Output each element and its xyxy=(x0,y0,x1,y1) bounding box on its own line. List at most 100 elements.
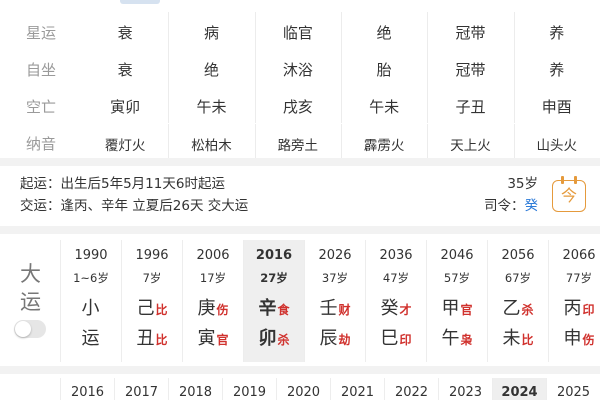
pillar-cell: 路旁土 xyxy=(254,123,341,161)
pillar-cell: 冠带 xyxy=(427,12,513,49)
dayun-zhi: 运 xyxy=(61,324,121,350)
dayun-column[interactable]: 2036 47岁 癸才 巳印 xyxy=(365,240,426,362)
dayun-year: 2056 xyxy=(501,248,535,263)
dayun-column[interactable]: 1990 1~6岁小运 xyxy=(60,240,121,362)
pillar-cell: 养 xyxy=(513,49,600,86)
section-divider xyxy=(0,158,600,166)
gan-ten-god: 食 xyxy=(277,303,290,317)
pillar-table: 星运 衰 病 临官 绝 冠带 养 自坐 衰 绝 沐浴 胎 冠带 养 空亡 寅卯 … xyxy=(0,12,600,162)
liunian-year[interactable]: 2022 xyxy=(384,378,438,400)
dayun-year: 2036 xyxy=(379,248,413,263)
pillar-row-zizuo: 自坐 衰 绝 沐浴 胎 冠带 养 xyxy=(0,49,600,88)
liunian-year[interactable]: 2023 xyxy=(438,378,492,400)
zhi-ten-god: 官 xyxy=(216,333,229,347)
dayun-gan: 庚伤 xyxy=(183,294,243,320)
gan-ten-god: 比 xyxy=(155,303,168,317)
pillar-cell: 衰 xyxy=(117,61,133,79)
calendar-today-button[interactable]: 今 xyxy=(552,176,586,212)
dayun-column[interactable]: 2056 67岁 乙杀 未比 xyxy=(487,240,548,362)
gan-char: 乙 xyxy=(502,298,521,319)
dayun-column[interactable]: 2066 77岁 丙印 申伤 xyxy=(548,240,600,362)
dayun-column[interactable]: 2006 17岁庚伤寅官 xyxy=(182,240,243,362)
dayun-age: 17岁 xyxy=(199,271,227,285)
gan-char: 己 xyxy=(136,298,155,319)
gan-ten-god: 伤 xyxy=(216,303,229,317)
dayun-gan: 丙印 xyxy=(549,294,600,320)
gan-ten-god: 杀 xyxy=(521,303,534,317)
liunian-section: 2016 2017 2018 2019 2020 2021 2022 2023 2024 2025 xyxy=(0,378,600,400)
gan-ten-god: 才 xyxy=(399,303,412,317)
zhi-char: 未 xyxy=(502,328,521,349)
liunian-year[interactable]: 2019 xyxy=(222,378,276,400)
zhi-ten-god: 劫 xyxy=(338,333,351,347)
pillar-cell: 午未 xyxy=(168,86,254,123)
dayun-year: 1990 xyxy=(74,248,108,263)
dayun-gan: 壬财 xyxy=(305,294,365,320)
gan-char: 小 xyxy=(81,298,100,319)
liunian-year[interactable]: 2021 xyxy=(330,378,384,400)
zhi-char: 寅 xyxy=(197,328,216,349)
liunian-year[interactable]: 2020 xyxy=(276,378,330,400)
hand-over-line: 交运：逢丙、辛年 立夏后26天 交大运 xyxy=(20,198,249,214)
dayun-section: 大 运 1990 1~6岁小运 1996 7岁 己比 丑比 2006 17岁 庚伤 寅官 2016 2… xyxy=(0,240,600,362)
pillar-cell: 霹雳火 xyxy=(340,123,427,161)
pillar-cell: 覆灯火 xyxy=(104,137,146,154)
dayun-zhi: 巳印 xyxy=(366,324,426,350)
pillar-cell: 沐浴 xyxy=(254,49,341,86)
gan-ten-god: 官 xyxy=(460,303,473,317)
dayun-zhi: 寅官 xyxy=(183,324,243,350)
pillar-row-xingyun: 星运 衰 病 临官 绝 冠带 养 xyxy=(0,12,600,51)
pillar-cell: 山头火 xyxy=(513,123,600,161)
pillar-cell: 冠带 xyxy=(427,49,513,86)
dayun-toggle[interactable] xyxy=(14,320,46,338)
pillar-cell: 午未 xyxy=(340,86,427,123)
dayun-zhi: 辰劫 xyxy=(305,324,365,350)
gan-char: 丙 xyxy=(563,298,582,319)
liunian-year[interactable]: 2025 xyxy=(546,378,600,400)
liunian-year[interactable]: 2017 xyxy=(114,378,168,400)
start-luck-line: 起运：出生后5年5月11天6时起运 xyxy=(20,176,225,192)
current-age: 35岁 xyxy=(507,176,538,192)
pillar-cell: 松柏木 xyxy=(168,123,254,161)
dayun-column[interactable]: 2046 57岁 甲官 午枭 xyxy=(426,240,487,362)
dayun-column[interactable]: 2026 37岁 壬财 辰劫 xyxy=(304,240,365,362)
pillar-cell: 子丑 xyxy=(427,86,513,123)
pillar-row-nayin: 纳音 覆灯火 松柏木 路旁土 霹雳火 天上火 山头火 xyxy=(0,123,600,162)
liunian-year[interactable]: 2016 xyxy=(60,378,114,400)
siling-value[interactable]: 癸 xyxy=(525,198,539,214)
zhi-ten-god: 印 xyxy=(399,333,412,347)
pillar-cell: 病 xyxy=(168,12,254,49)
zhi-char: 丑 xyxy=(136,328,155,349)
dayun-label-line: 运 xyxy=(20,290,41,314)
dayun-zhi: 丑比 xyxy=(122,324,182,350)
dayun-year: 2006 xyxy=(196,248,230,263)
pillar-cell: 养 xyxy=(513,12,600,49)
gan-char: 壬 xyxy=(319,298,338,319)
dayun-year: 2066 xyxy=(562,248,596,263)
zhi-char: 申 xyxy=(563,328,582,349)
calendar-icon: 今 xyxy=(560,186,577,205)
gan-ten-god: 印 xyxy=(582,303,595,317)
liunian-year[interactable]: 2018 xyxy=(168,378,222,400)
pillar-cell: 绝 xyxy=(168,49,254,86)
zhi-char: 运 xyxy=(81,328,100,349)
dayun-zhi: 午枭 xyxy=(427,324,487,350)
pillar-cell: 寅卯 xyxy=(110,98,141,116)
pillar-cell: 戌亥 xyxy=(254,86,341,123)
dayun-age: 57岁 xyxy=(443,271,471,285)
toggle-knob xyxy=(15,321,31,337)
section-divider xyxy=(0,366,600,374)
gan-ten-god: 财 xyxy=(338,303,351,317)
gan-char: 辛 xyxy=(258,298,277,319)
dayun-column[interactable]: 1996 7岁 己比 丑比 xyxy=(121,240,182,362)
dayun-gan: 己比 xyxy=(122,294,182,320)
dayun-label: 大 运 xyxy=(0,240,60,362)
dayun-age: 1~6岁 xyxy=(73,271,109,285)
zhi-ten-god: 杀 xyxy=(277,333,290,347)
dayun-column[interactable]: 2016 27岁 辛食 卯杀 xyxy=(243,240,304,362)
dayun-year: 2026 xyxy=(318,248,352,263)
calendar-ring xyxy=(561,176,564,184)
pillar-cell: 天上火 xyxy=(427,123,513,161)
liunian-year[interactable]: 2024 xyxy=(492,378,546,400)
dayun-year: 2016 xyxy=(255,248,293,263)
